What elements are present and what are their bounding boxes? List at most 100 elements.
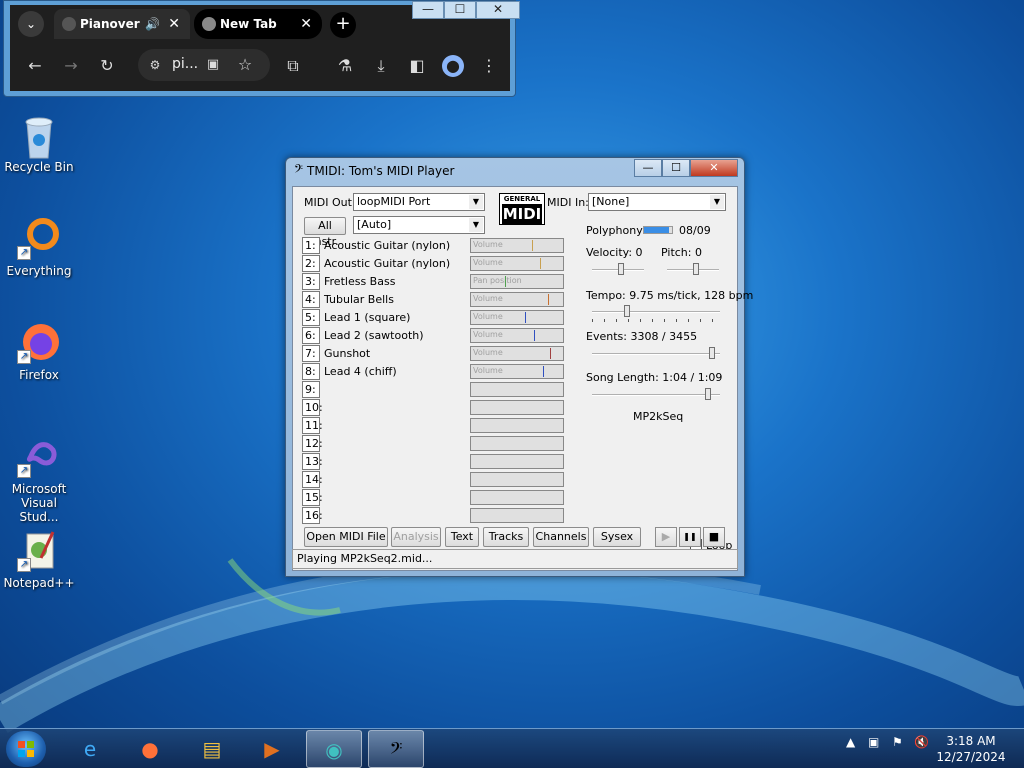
speaker-icon[interactable]: 🔊 <box>145 9 160 39</box>
minimize-button[interactable]: — <box>634 159 662 177</box>
pause-button[interactable]: ❚❚ <box>679 527 701 547</box>
channel-level-meter: Volume <box>470 364 564 379</box>
tab-search-button[interactable]: ⌄ <box>18 11 44 37</box>
window-title-text: TMIDI: Tom's MIDI Player <box>307 164 455 178</box>
close-tab-icon[interactable]: ✕ <box>168 9 180 39</box>
analysis-button[interactable]: Analysis <box>391 527 441 547</box>
reload-icon[interactable]: ↻ <box>96 55 118 77</box>
midi-in-select[interactable]: [None] ▼ <box>588 193 726 211</box>
channel-row: 8: Lead 4 (chiff) Volume <box>302 363 572 381</box>
desktop-icon-recycle-bin[interactable]: Recycle Bin <box>1 112 77 174</box>
back-icon[interactable]: ← <box>24 55 46 77</box>
channel-number-button[interactable]: 15: <box>302 489 323 506</box>
channel-number-button[interactable]: 6: <box>302 327 320 344</box>
tab-new-tab[interactable]: New Tab ✕ <box>194 9 322 39</box>
midi-out-select[interactable]: loopMIDI Port ▼ <box>353 193 485 211</box>
channel-level-meter: Volume <box>470 256 564 271</box>
tab-pianover[interactable]: Pianover 🔊 ✕ <box>54 9 190 39</box>
channel-number-button[interactable]: 10: <box>302 399 323 416</box>
channel-number-button[interactable]: 16: <box>302 507 323 524</box>
close-button[interactable]: ✕ <box>476 1 520 19</box>
start-button[interactable] <box>6 731 46 767</box>
channel-instrument-name: Fretless Bass <box>324 275 396 288</box>
site-settings-icon[interactable]: ⚙ <box>144 54 166 76</box>
maximize-button[interactable]: ☐ <box>444 1 476 19</box>
favicon-icon <box>62 17 76 31</box>
download-icon[interactable]: ⤓ <box>370 55 392 77</box>
close-tab-icon[interactable]: ✕ <box>300 9 312 39</box>
channel-level-meter <box>470 508 564 523</box>
channel-number-button[interactable]: 14: <box>302 471 323 488</box>
window-title: 𝄢 TMIDI: Tom's MIDI Player <box>294 163 454 179</box>
channel-number-button[interactable]: 12: <box>302 435 323 452</box>
labs-flask-icon[interactable]: ⚗ <box>334 55 356 77</box>
internet-explorer-icon[interactable]: e <box>62 730 118 768</box>
events-slider[interactable] <box>592 347 720 363</box>
recycle-bin-icon <box>17 112 61 159</box>
close-button[interactable]: ✕ <box>690 159 738 177</box>
desktop-icon-everything[interactable]: ↗ Everything <box>1 216 77 278</box>
all-instruments-button[interactable]: All Instr. <box>304 217 346 248</box>
play-button[interactable]: ▶ <box>655 527 677 547</box>
sysex-button[interactable]: Sysex <box>593 527 641 547</box>
channel-number-button[interactable]: 2: <box>302 255 320 272</box>
slider-thumb[interactable] <box>624 305 630 317</box>
cast-icon[interactable]: ▣ <box>202 54 224 76</box>
channel-instrument-name: Acoustic Guitar (nylon) <box>324 239 451 252</box>
firefox-taskbar-icon[interactable]: ● <box>122 730 178 768</box>
midi-in-value: [None] <box>592 195 630 208</box>
profile-avatar-icon[interactable]: ● <box>442 55 464 77</box>
channel-level-meter: Pan position <box>470 274 564 289</box>
song-position-slider[interactable] <box>592 388 720 404</box>
forward-icon[interactable]: → <box>60 55 82 77</box>
pitch-slider[interactable] <box>667 263 719 279</box>
media-player-icon[interactable]: ▶ <box>244 730 300 768</box>
menu-kebab-icon[interactable]: ⋮ <box>478 55 500 77</box>
meter-marker <box>505 276 506 287</box>
desktop-icon-visual-studio[interactable]: ↗ Microsoft Visual Stud... <box>1 434 77 524</box>
channel-number-button[interactable]: 11: <box>302 417 323 434</box>
tracks-button[interactable]: Tracks <box>483 527 529 547</box>
side-panel-icon[interactable]: ◧ <box>406 55 428 77</box>
channel-number-button[interactable]: 8: <box>302 363 320 380</box>
network-icon[interactable]: ▣ <box>868 735 879 749</box>
bookmark-star-icon[interactable]: ☆ <box>234 54 256 76</box>
channel-row: 7: Gunshot Volume <box>302 345 572 363</box>
new-tab-button[interactable]: + <box>330 12 356 38</box>
action-center-flag-icon[interactable]: ⚑ <box>892 735 903 749</box>
pitch-label: Pitch: 0 <box>661 246 702 259</box>
desktop-icon-label: Everything <box>6 264 72 278</box>
text-button[interactable]: Text <box>445 527 479 547</box>
desktop-icon-notepadpp[interactable]: ↗ Notepad++ <box>1 528 77 590</box>
channel-number-button[interactable]: 13: <box>302 453 323 470</box>
channel-number-button[interactable]: 7: <box>302 345 320 362</box>
channel-number-button[interactable]: 4: <box>302 291 320 308</box>
open-midi-file-button[interactable]: Open MIDI File <box>304 527 388 547</box>
instrument-select[interactable]: [Auto] ▼ <box>353 216 485 234</box>
velocity-slider[interactable] <box>592 263 644 279</box>
slider-thumb[interactable] <box>693 263 699 275</box>
slider-thumb[interactable] <box>618 263 624 275</box>
minimize-button[interactable]: — <box>412 1 444 19</box>
show-hidden-icons-icon[interactable]: ▲ <box>846 735 855 749</box>
system-clock[interactable]: 3:18 AM 12/27/2024 <box>930 733 1012 765</box>
volume-muted-icon[interactable]: 🔇 <box>914 735 929 749</box>
channel-number-button[interactable]: 9: <box>302 381 320 398</box>
channel-number-button[interactable]: 3: <box>302 273 320 290</box>
gm-logo-bottom: MIDI <box>502 204 542 224</box>
slider-thumb[interactable] <box>709 347 715 359</box>
channel-level-meter <box>470 490 564 505</box>
channels-button[interactable]: Channels <box>533 527 589 547</box>
stop-button[interactable]: ■ <box>703 527 725 547</box>
channel-number-button[interactable]: 5: <box>302 309 320 326</box>
maximize-button[interactable]: ☐ <box>662 159 690 177</box>
visual-studio-taskbar-icon[interactable]: ◉ <box>306 730 362 768</box>
tmidi-taskbar-icon[interactable]: 𝄢 <box>368 730 424 768</box>
file-explorer-icon[interactable]: ▤ <box>184 730 240 768</box>
channel-number-button[interactable]: 1: <box>302 237 320 254</box>
slider-thumb[interactable] <box>705 388 711 400</box>
extensions-icon[interactable]: ⧉ <box>282 55 304 77</box>
desktop-icon-firefox[interactable]: ↗ Firefox <box>1 320 77 382</box>
address-bar[interactable]: ⚙ pi... ▣ ☆ <box>138 49 270 81</box>
tempo-slider[interactable] <box>592 305 720 322</box>
